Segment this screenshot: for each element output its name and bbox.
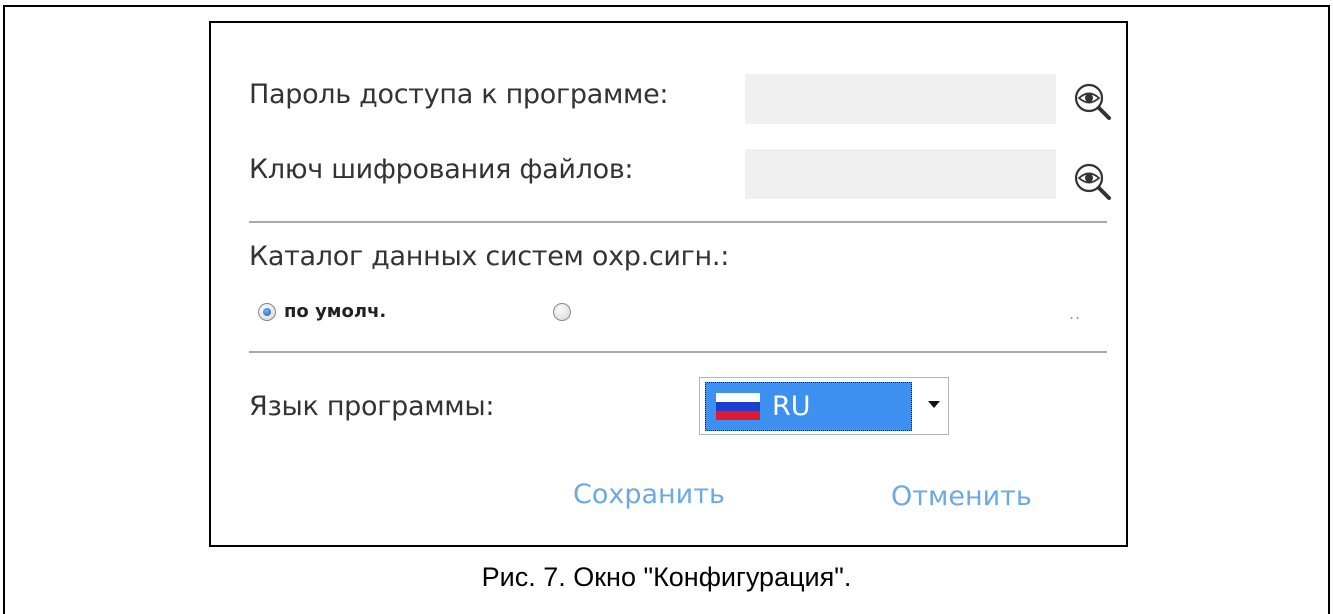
encryption-key-field[interactable] [745, 149, 1056, 199]
browse-button[interactable]: .. [1069, 304, 1081, 323]
show-encryption-key-button[interactable] [1071, 160, 1113, 202]
custom-directory-radio[interactable] [553, 303, 571, 321]
separator [249, 221, 1107, 223]
encryption-key-label: Ключ шифрования файлов: [249, 154, 634, 185]
russia-flag-icon [716, 392, 760, 421]
show-password-button[interactable] [1071, 80, 1113, 122]
default-directory-radio[interactable]: по умолч. [258, 301, 386, 322]
default-directory-label: по умолч. [284, 301, 387, 322]
chevron-down-icon[interactable] [928, 401, 940, 408]
magnifier-eye-icon [1074, 163, 1111, 200]
magnifier-eye-icon [1074, 83, 1111, 120]
radio-button-checked[interactable] [258, 302, 276, 321]
language-selected-item: RU [705, 382, 912, 431]
password-field[interactable] [745, 74, 1056, 124]
language-code: RU [772, 391, 811, 422]
password-label: Пароль доступа к программе: [249, 79, 669, 110]
language-label: Язык программы: [249, 391, 495, 422]
radio-button-unchecked[interactable] [553, 303, 571, 321]
figure-caption: Рис. 7. Окно "Конфигурация". [481, 562, 852, 592]
save-button[interactable]: Сохранить [573, 479, 725, 510]
separator [249, 351, 1107, 353]
language-dropdown[interactable]: RU [699, 377, 949, 435]
cancel-button[interactable]: Отменить [891, 481, 1032, 512]
data-directory-label: Каталог данных систем охр.сигн.: [249, 241, 729, 272]
configuration-dialog: Пароль доступа к программе: Ключ шифрова… [209, 21, 1128, 547]
